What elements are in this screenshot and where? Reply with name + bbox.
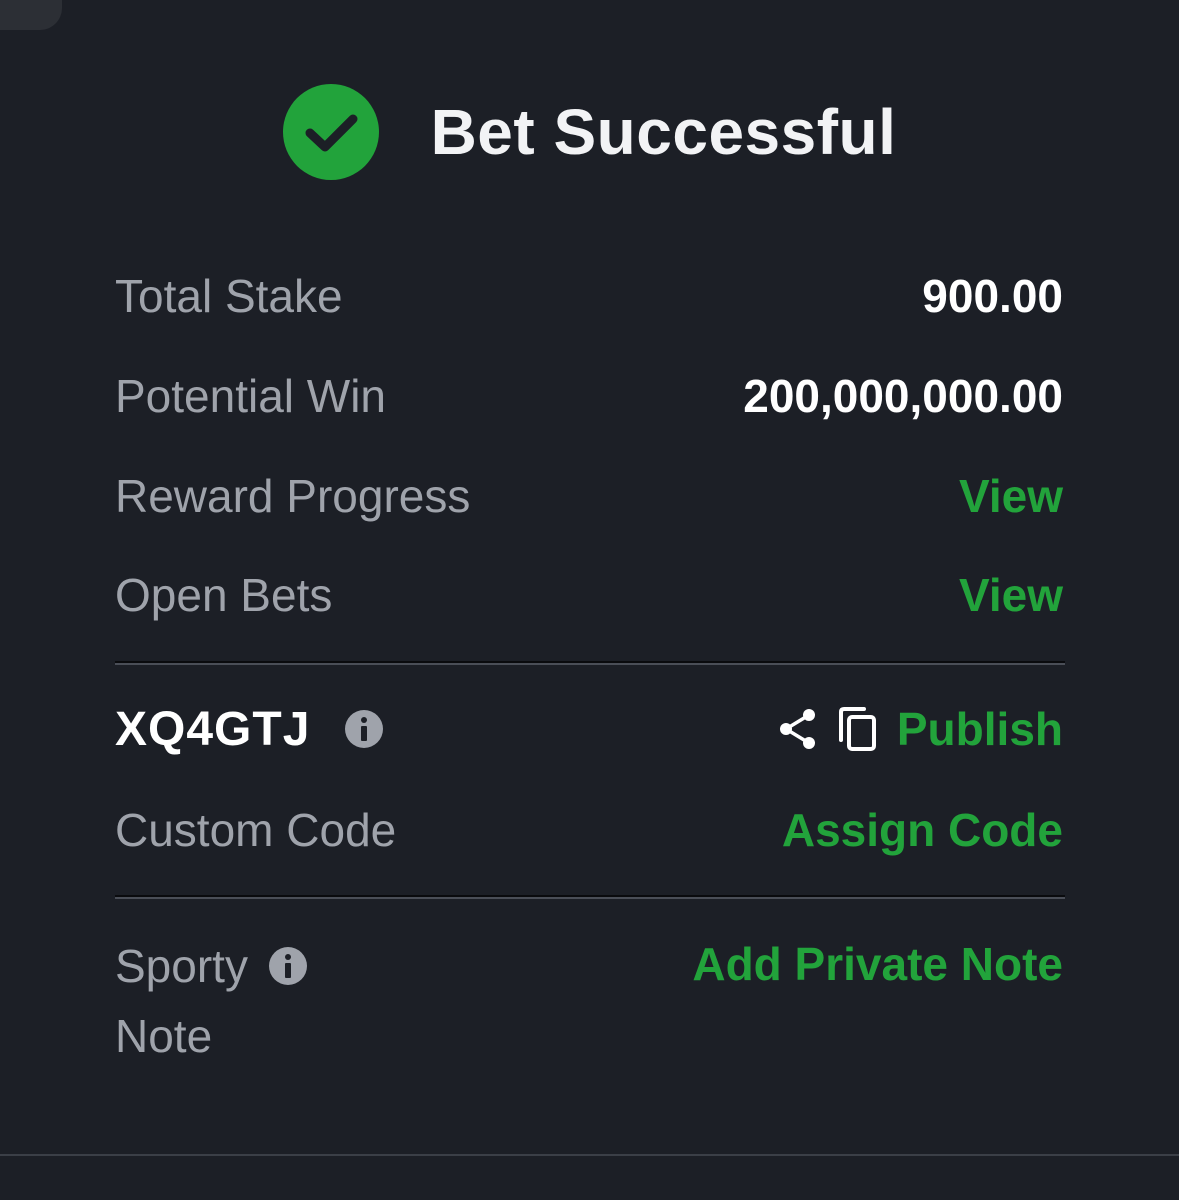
booking-actions: Publish (777, 702, 1063, 756)
share-icon[interactable] (777, 706, 819, 752)
add-private-note-container: Add Private Note (692, 934, 1063, 994)
bottom-divider (0, 1154, 1179, 1156)
potential-win-row: Potential Win 200,000,000.00 (115, 366, 1063, 426)
custom-code-row: Custom Code Assign Code (115, 800, 1063, 860)
corner-decoration (0, 0, 62, 30)
booking-code-group: XQ4GTJ (115, 702, 384, 757)
divider (115, 661, 1065, 665)
potential-win-value: 200,000,000.00 (743, 370, 1063, 422)
open-bets-view-link[interactable]: View (959, 568, 1063, 622)
add-private-note-link[interactable]: Add Private Note (692, 937, 1063, 991)
assign-code-link[interactable]: Assign Code (782, 803, 1063, 857)
info-icon[interactable] (268, 946, 308, 986)
copy-icon[interactable] (837, 706, 879, 752)
page-title: Bet Successful (430, 96, 897, 168)
booking-code: XQ4GTJ (115, 702, 311, 756)
divider (115, 895, 1065, 899)
reward-progress-view-link[interactable]: View (959, 469, 1063, 523)
total-stake-value: 900.00 (922, 270, 1063, 322)
info-icon[interactable] (344, 709, 384, 749)
open-bets-label: Open Bets (115, 569, 333, 621)
bet-success-panel: Bet Successful Total Stake 900.00 Potent… (0, 0, 1179, 1200)
custom-code-label: Custom Code (115, 804, 397, 856)
booking-code-row: XQ4GTJ Publish (115, 699, 1063, 759)
sporty-note-label-line2: Note (115, 1010, 213, 1062)
sporty-note-line2: Note (115, 1006, 375, 1066)
sporty-note-label-group: Sporty Note (115, 936, 375, 1066)
total-stake-row: Total Stake 900.00 (115, 266, 1063, 326)
sporty-note-line1: Sporty (115, 936, 375, 996)
reward-progress-label: Reward Progress (115, 470, 471, 522)
header: Bet Successful (0, 84, 1179, 180)
open-bets-row: Open Bets View (115, 565, 1063, 625)
publish-link[interactable]: Publish (897, 702, 1063, 756)
total-stake-label: Total Stake (115, 270, 343, 322)
sporty-note-label-line1: Sporty (115, 940, 248, 992)
potential-win-label: Potential Win (115, 370, 387, 422)
reward-progress-row: Reward Progress View (115, 466, 1063, 526)
check-circle-icon (282, 84, 379, 180)
